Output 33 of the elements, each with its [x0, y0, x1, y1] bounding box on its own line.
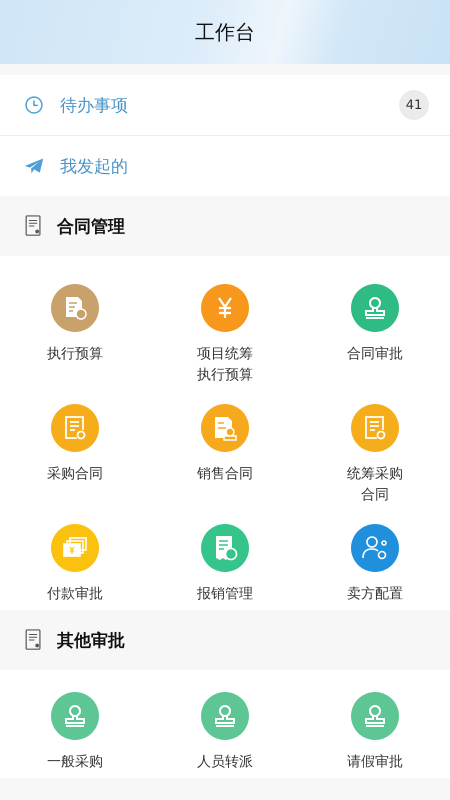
app-label: 采购合同: [47, 465, 103, 484]
document-seal-icon[interactable]: [51, 404, 99, 452]
menu-row[interactable]: 待办事项 41: [0, 75, 450, 136]
stamp-icon[interactable]: [351, 284, 399, 332]
document-icon: [25, 215, 42, 237]
yen-icon[interactable]: [201, 284, 249, 332]
app-label: 卖方配置: [347, 585, 403, 604]
stamp-icon[interactable]: [51, 692, 99, 740]
section-title: 其他审批: [57, 630, 125, 652]
menu-label: 待办事项: [60, 94, 129, 116]
document-icon: [25, 629, 42, 651]
menu-label: 我发起的: [60, 156, 129, 178]
stamp-icon[interactable]: [351, 692, 399, 740]
document-seal-icon[interactable]: [351, 404, 399, 452]
app-label: 销售合同: [197, 465, 253, 484]
app-label: 统筹采购 合同: [347, 465, 403, 505]
receipt-icon[interactable]: [201, 524, 249, 572]
app-label: 报销管理: [197, 585, 253, 604]
app-label: 人员转派: [197, 753, 253, 772]
document-stamp-icon[interactable]: [201, 404, 249, 452]
app-label: 请假审批: [347, 753, 403, 772]
clock-icon: [24, 95, 44, 115]
app-label: 一般采购: [47, 753, 103, 772]
app-label: 项目统筹 执行预算: [197, 345, 253, 385]
stamp-icon[interactable]: [201, 692, 249, 740]
app-label: 合同审批: [347, 345, 403, 364]
section-title: 合同管理: [57, 216, 125, 238]
banknotes-icon[interactable]: [51, 524, 99, 572]
paper-plane-icon: [24, 156, 44, 176]
app-label: 执行预算: [47, 345, 103, 364]
app-label: 付款审批: [47, 585, 103, 604]
page-title: 工作台: [195, 18, 255, 46]
count-badge: 41: [399, 90, 429, 120]
